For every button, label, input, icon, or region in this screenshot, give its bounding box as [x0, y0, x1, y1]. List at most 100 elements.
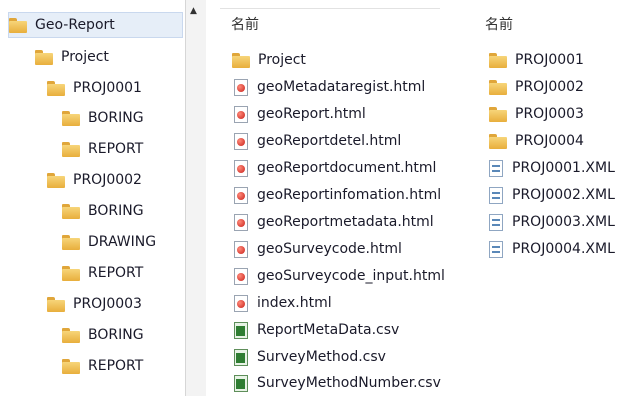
- folder-icon: [35, 49, 53, 65]
- xml-file-icon: [489, 159, 503, 177]
- folder-icon: [62, 265, 80, 281]
- xml-file-icon: [489, 213, 503, 231]
- tree-item-report[interactable]: REPORT: [62, 136, 143, 162]
- file-name: PROJ0003.XML: [512, 214, 615, 230]
- folder-icon: [9, 17, 27, 33]
- column-header-name[interactable]: 名前: [231, 14, 259, 34]
- file-name: SurveyMethod.csv: [257, 349, 386, 365]
- xml-file-icon: [489, 186, 503, 204]
- folder-icon: [489, 52, 507, 68]
- file-name: geoReportdocument.html: [257, 160, 437, 176]
- tree-item-label: Project: [61, 49, 109, 65]
- tree-item-proj0001[interactable]: PROJ0001: [47, 75, 142, 101]
- html-file-icon: [234, 213, 248, 231]
- tree-item-label: BORING: [88, 203, 144, 219]
- folder-icon: [232, 52, 250, 68]
- file-item[interactable]: geoSurveycode.html: [234, 236, 402, 262]
- file-item[interactable]: SurveyMethod.csv: [234, 344, 386, 370]
- folder-icon: [489, 79, 507, 95]
- file-name: PROJ0001.XML: [512, 160, 615, 176]
- tree-item-label: PROJ0001: [73, 80, 142, 96]
- file-item[interactable]: PROJ0002.XML: [489, 182, 615, 208]
- file-name: geoMetadataregist.html: [257, 79, 426, 95]
- html-file-icon: [234, 105, 248, 123]
- tree-item-boring[interactable]: BORING: [62, 198, 144, 224]
- file-name: PROJ0002.XML: [512, 187, 615, 203]
- csv-file-icon: [234, 348, 248, 366]
- csv-file-icon: [234, 374, 248, 392]
- tree-item-label: Geo-Report: [35, 17, 115, 33]
- file-name: geoReport.html: [257, 106, 366, 122]
- html-file-icon: [234, 159, 248, 177]
- file-name: PROJ0002: [515, 79, 584, 95]
- file-name: index.html: [257, 295, 332, 311]
- file-name: ReportMetaData.csv: [257, 322, 400, 338]
- file-item[interactable]: PROJ0001: [489, 47, 584, 73]
- tree-item-proj0002[interactable]: PROJ0002: [47, 167, 142, 193]
- folder-icon: [62, 327, 80, 343]
- tree-item-boring[interactable]: BORING: [62, 322, 144, 348]
- file-item[interactable]: geoMetadataregist.html: [234, 74, 425, 100]
- tree-item-label: PROJ0003: [73, 296, 142, 312]
- file-name: Project: [258, 52, 306, 68]
- tree-item-boring[interactable]: BORING: [62, 105, 144, 131]
- folder-icon: [47, 172, 65, 188]
- folder-icon: [62, 203, 80, 219]
- folder-icon: [489, 106, 507, 122]
- tree-item-report[interactable]: REPORT: [62, 260, 143, 286]
- tree-item-label: REPORT: [88, 265, 144, 281]
- tree-item-report[interactable]: REPORT: [62, 353, 143, 379]
- tree-item-label: REPORT: [88, 141, 144, 157]
- tree-item-project[interactable]: Project: [35, 44, 109, 70]
- html-file-icon: [234, 294, 248, 312]
- file-name: geoReportdetel.html: [257, 133, 402, 149]
- html-file-icon: [234, 267, 248, 285]
- tree-item-proj0003[interactable]: PROJ0003: [47, 291, 142, 317]
- html-file-icon: [234, 240, 248, 258]
- file-item[interactable]: index.html: [234, 290, 332, 316]
- file-item[interactable]: geoReport.html: [234, 101, 366, 127]
- folder-icon: [62, 141, 80, 157]
- file-item[interactable]: PROJ0001.XML: [489, 155, 615, 181]
- file-item[interactable]: PROJ0004.XML: [489, 236, 615, 262]
- file-name: SurveyMethodNumber.csv: [257, 375, 441, 391]
- file-name: geoSurveycode_input.html: [257, 268, 445, 284]
- folder-icon: [489, 133, 507, 149]
- tree-item-label: DRAWING: [88, 234, 157, 250]
- file-item[interactable]: geoReportmetadata.html: [234, 209, 434, 235]
- file-name: PROJ0003: [515, 106, 584, 122]
- file-item[interactable]: geoReportinfomation.html: [234, 182, 441, 208]
- tree-item-label: BORING: [88, 327, 144, 343]
- file-item[interactable]: geoReportdetel.html: [234, 128, 401, 154]
- folder-icon: [47, 80, 65, 96]
- html-file-icon: [234, 132, 248, 150]
- column-header-divider: [220, 8, 440, 9]
- file-item[interactable]: Project: [232, 47, 306, 73]
- column-header-name[interactable]: 名前: [485, 14, 513, 34]
- tree-item-drawing[interactable]: DRAWING: [62, 229, 156, 255]
- file-name: geoReportmetadata.html: [257, 214, 434, 230]
- file-item[interactable]: geoSurveycode_input.html: [234, 263, 445, 289]
- folder-icon: [47, 296, 65, 312]
- html-file-icon: [234, 78, 248, 96]
- folder-icon: [62, 234, 80, 250]
- file-name: PROJ0001: [515, 52, 584, 68]
- xml-file-icon: [489, 240, 503, 258]
- csv-file-icon: [234, 321, 248, 339]
- file-item[interactable]: ReportMetaData.csv: [234, 317, 399, 343]
- file-item[interactable]: PROJ0004: [489, 128, 584, 154]
- file-item[interactable]: PROJ0003: [489, 101, 584, 127]
- file-item[interactable]: SurveyMethodNumber.csv: [234, 370, 441, 396]
- tree-scrollbar[interactable]: ▲: [186, 0, 206, 396]
- tree-item-label: BORING: [88, 110, 144, 126]
- folder-icon: [62, 358, 80, 374]
- file-item[interactable]: PROJ0003.XML: [489, 209, 615, 235]
- html-file-icon: [234, 186, 248, 204]
- file-name: PROJ0004: [515, 133, 584, 149]
- scroll-up-arrow-icon[interactable]: ▲: [190, 6, 197, 16]
- file-item[interactable]: geoReportdocument.html: [234, 155, 436, 181]
- file-item[interactable]: PROJ0002: [489, 74, 584, 100]
- tree-item-geo-report[interactable]: Geo-Report: [8, 12, 183, 38]
- file-name: geoSurveycode.html: [257, 241, 402, 257]
- file-name: geoReportinfomation.html: [257, 187, 442, 203]
